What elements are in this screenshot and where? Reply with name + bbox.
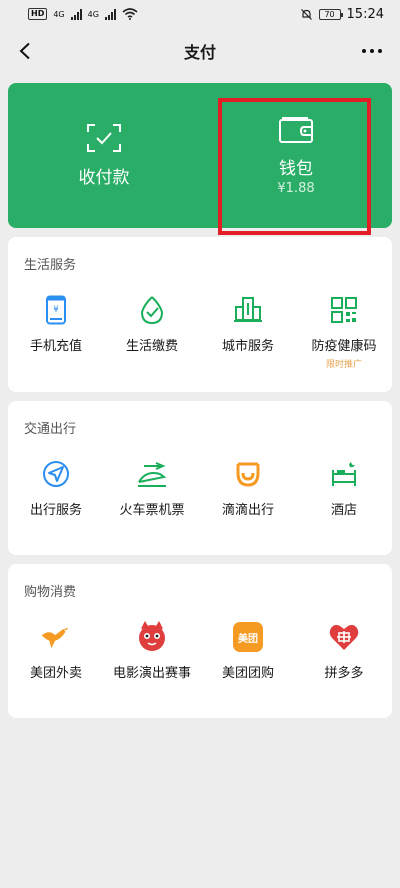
service-label: 拼多多 (324, 666, 364, 681)
battery-icon: 70 (318, 8, 343, 20)
meituan-kangaroo-icon (40, 621, 72, 653)
service-label: 防疫健康码 (311, 339, 377, 354)
meituan-logo-text: 美团 (238, 633, 258, 645)
service-label: 城市服务 (221, 339, 274, 354)
service-grid: 美团外卖 电影演出赛事 美团 美团团购 拼多多 (8, 604, 392, 681)
train-plane-icon (136, 458, 168, 490)
status-right: 70 15:24 (300, 7, 384, 22)
signal-icon-2 (104, 8, 116, 20)
more-dot-icon (378, 49, 382, 53)
section-title: 生活服务 (24, 258, 77, 273)
service-label: 生活缴费 (125, 339, 178, 354)
receive-pay-label: 收付款 (78, 168, 130, 188)
wallet-icon (279, 116, 313, 143)
service-train-plane[interactable]: 火车票机票 (104, 458, 200, 518)
section-transport: 交通出行 出行服务 火车票机票 滴滴出行 酒店 (8, 401, 392, 555)
service-movie-events[interactable]: 电影演出赛事 (104, 621, 200, 681)
travel-navigation-icon (40, 458, 72, 490)
service-pinduoduo[interactable]: 拼多多 (296, 621, 392, 681)
service-label: 酒店 (330, 503, 357, 518)
service-label: 美团外卖 (29, 666, 82, 681)
nav-bar: 支付 (0, 28, 400, 74)
page-title: 支付 (183, 43, 216, 62)
wallet-card: 收付款 钱包 ¥1.88 (8, 83, 392, 228)
didi-icon (232, 458, 264, 490)
more-options-button[interactable] (358, 38, 386, 64)
service-city-services[interactable]: 城市服务 (200, 294, 296, 370)
back-button[interactable] (12, 38, 38, 64)
service-label: 火车票机票 (119, 503, 185, 518)
service-meituan-waimai[interactable]: 美团外卖 (8, 621, 104, 681)
wallet-button[interactable]: 钱包 ¥1.88 (200, 83, 392, 228)
service-health-code[interactable]: 防疫健康码 限时推广 (296, 294, 392, 370)
meituan-group-icon: 美团 (232, 621, 264, 653)
receive-pay-button[interactable]: 收付款 (8, 83, 200, 228)
pinduoduo-icon (328, 621, 360, 653)
service-utility-payment[interactable]: 生活缴费 (104, 294, 200, 370)
hotel-bed-icon (328, 458, 360, 490)
service-hotel[interactable]: 酒店 (296, 458, 392, 518)
wifi-icon (122, 8, 138, 20)
hd-badge: HD (28, 8, 48, 20)
more-dot-icon (370, 49, 374, 53)
city-service-icon (232, 294, 264, 326)
service-label: 出行服务 (29, 503, 82, 518)
section-title: 购物消费 (24, 585, 77, 600)
service-mobile-recharge[interactable]: ¥ 手机充值 (8, 294, 104, 370)
service-label: 滴滴出行 (221, 503, 274, 518)
back-arrow-icon (19, 42, 30, 60)
service-travel[interactable]: 出行服务 (8, 458, 104, 518)
mute-bell-icon (300, 8, 312, 20)
service-didi[interactable]: 滴滴出行 (200, 458, 296, 518)
service-meituan-group[interactable]: 美团 美团团购 (200, 621, 296, 681)
utility-payment-icon (136, 294, 168, 326)
service-label: 电影演出赛事 (112, 666, 191, 681)
network-label-2: 4G (87, 9, 99, 19)
section-life-services: 生活服务 ¥ 手机充值 生活缴费 城市服务 防疫健康码 限时推广 (8, 237, 392, 392)
wallet-balance: ¥1.88 (277, 180, 315, 196)
scan-check-icon (87, 124, 121, 152)
service-label: 手机充值 (29, 339, 82, 354)
wallet-label: 钱包 (279, 158, 313, 179)
movie-cat-icon (136, 621, 168, 653)
health-code-icon (328, 294, 360, 326)
svg-text:¥: ¥ (53, 305, 59, 315)
section-title: 交通出行 (24, 422, 77, 437)
status-bar: HD 4G 4G 70 15:24 (0, 0, 400, 28)
more-dot-icon (362, 49, 366, 53)
service-label: 美团团购 (221, 666, 274, 681)
service-grid: ¥ 手机充值 生活缴费 城市服务 防疫健康码 限时推广 (8, 277, 392, 370)
signal-icon (70, 8, 82, 20)
promo-tag: 限时推广 (325, 360, 362, 370)
service-grid: 出行服务 火车票机票 滴滴出行 酒店 (8, 441, 392, 518)
network-label-1: 4G (53, 9, 65, 19)
mobile-recharge-icon: ¥ (40, 294, 72, 326)
section-shopping: 购物消费 美团外卖 电影演出赛事 美团 美团团购 拼多多 (8, 564, 392, 718)
status-time: 15:24 (346, 6, 384, 22)
status-left: HD 4G 4G (28, 8, 138, 20)
